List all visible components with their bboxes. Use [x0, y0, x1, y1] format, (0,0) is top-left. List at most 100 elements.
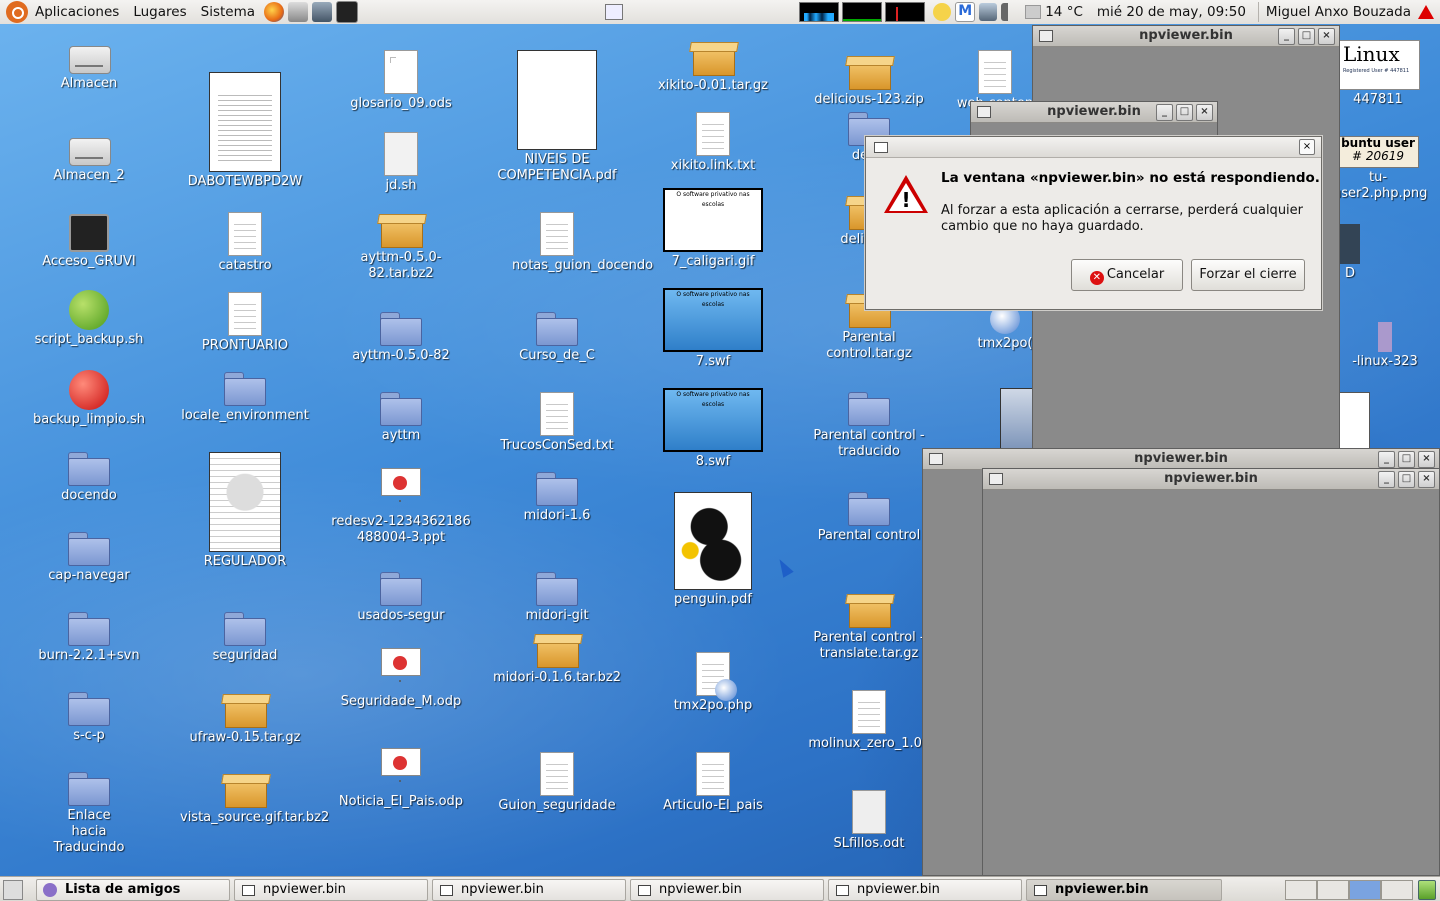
desktop-icon-articulo-el-pais[interactable]: Articulo-El_pais — [638, 752, 788, 814]
window-titlebar[interactable]: npviewer.bin _ □ × — [971, 102, 1217, 123]
terminal-launcher-icon[interactable] — [336, 1, 359, 23]
desktop-icon-delicious-zip[interactable]: delicious-123.zip — [794, 54, 944, 108]
window-titlebar[interactable]: npviewer.bin _ □ × — [1033, 26, 1339, 47]
minimize-button[interactable]: _ — [1378, 471, 1395, 488]
volume-icon[interactable] — [1001, 3, 1020, 21]
desktop-icon-penguin-pdf[interactable]: penguin.pdf — [638, 492, 788, 608]
monitor-icon[interactable] — [312, 2, 333, 22]
close-button[interactable]: × — [1418, 471, 1435, 488]
desktop-icon-almacen-2[interactable]: Almacen_2 — [14, 132, 164, 184]
desktop-icon-ayttm[interactable]: ayttm — [326, 392, 476, 444]
desktop-icon-7-swf[interactable]: O software privativo nas escolas 7.swf — [638, 288, 788, 370]
desktop-icon-jd-sh[interactable]: jd.sh — [326, 132, 476, 194]
workspace-1[interactable] — [1285, 880, 1317, 900]
not-responding-dialog[interactable]: × ! La ventana «npviewer.bin» no está re… — [865, 136, 1322, 310]
network-icon[interactable] — [979, 3, 998, 21]
notes-icon[interactable] — [933, 3, 952, 21]
desktop-icon-midori-tar[interactable]: midori-0.1.6.tar.bz2 — [482, 632, 632, 686]
show-desktop-icon[interactable] — [605, 4, 623, 20]
dialog-close-button[interactable]: × — [1299, 139, 1315, 155]
desktop-icon-xikito-tar[interactable]: xikito-0.01.tar.gz — [638, 40, 788, 94]
taskbar-item-npviewer-5[interactable]: npviewer.bin — [1026, 879, 1222, 901]
gmail-icon[interactable]: M — [955, 2, 976, 22]
network-manager-icon[interactable] — [288, 2, 309, 22]
desktop-icon-guion-seguridade[interactable]: Guion_seguridade — [482, 752, 632, 814]
maximize-button[interactable]: □ — [1398, 451, 1415, 468]
clock[interactable]: mié 20 de may, 09:50 — [1090, 0, 1258, 24]
desktop-icon-prontuario[interactable]: PRONTUARIO — [170, 292, 320, 354]
firefox-icon[interactable] — [264, 2, 285, 22]
taskbar-item-npviewer-3[interactable]: npviewer.bin — [630, 879, 824, 901]
menu-sistema[interactable]: Sistema — [194, 0, 262, 24]
desktop-icon-s-c-p[interactable]: s-c-p — [14, 692, 164, 744]
desktop-icon-ayttm-tar[interactable]: ayttm-0.5.0-82.tar.bz2 — [326, 212, 476, 282]
partial-image-thumbnail[interactable] — [1338, 392, 1370, 452]
desktop-icon-8-swf[interactable]: O software privativo nas escolas 8.swf — [638, 388, 788, 470]
minimize-button[interactable]: _ — [1378, 451, 1395, 468]
desktop-icon-midori-git[interactable]: midori-git — [482, 572, 632, 624]
maximize-button[interactable]: □ — [1398, 471, 1415, 488]
minimize-button[interactable]: _ — [1156, 104, 1173, 121]
workspace-3[interactable] — [1349, 880, 1381, 900]
desktop-icon-trucosconsed[interactable]: TrucosConSed.txt — [482, 392, 632, 454]
network-monitor-graph[interactable] — [885, 2, 926, 22]
npviewer-window-4[interactable]: npviewer.bin _ □ × — [982, 468, 1440, 876]
user-switcher[interactable]: Miguel Anxo Bouzada — [1259, 0, 1418, 24]
weather-temperature[interactable]: 14 °C — [1041, 0, 1090, 24]
desktop-icon-tmx2po-php[interactable]: tmx2po.php — [638, 652, 788, 714]
cpu-monitor-graph[interactable] — [799, 2, 840, 22]
dialog-titlebar[interactable]: × — [866, 137, 1321, 158]
desktop-icon-seguridad[interactable]: seguridad — [170, 612, 320, 664]
desktop-icon-midori-1-6[interactable]: midori-1.6 — [482, 472, 632, 524]
maximize-button[interactable]: □ — [1176, 104, 1193, 121]
taskbar-item-npviewer-2[interactable]: npviewer.bin — [432, 879, 626, 901]
trash-icon[interactable] — [1418, 880, 1436, 900]
window-titlebar[interactable]: npviewer.bin _ □ × — [983, 469, 1439, 490]
partial-screenshot-thumbnail[interactable] — [1000, 388, 1034, 452]
desktop-icon-niveis-competencia[interactable]: NIVEIS DE COMPETENCIA.pdf — [482, 50, 632, 184]
taskbar-item-lista-de-amigos[interactable]: Lista de amigos — [36, 879, 230, 901]
desktop-icon-7-caligari[interactable]: O software privativo nas escolas 7_caliga… — [638, 188, 788, 270]
workspace-2[interactable] — [1317, 880, 1349, 900]
window-titlebar[interactable]: npviewer.bin _ □ × — [923, 449, 1439, 470]
desktop-icon-script-backup[interactable]: script_backup.sh — [14, 290, 164, 348]
alert-icon[interactable] — [1418, 5, 1434, 19]
menu-aplicaciones[interactable]: Aplicaciones — [28, 0, 126, 24]
desktop-icon-linux-323[interactable]: -linux-323 — [1330, 322, 1440, 370]
desktop-icon-vista-source[interactable]: vista_source.gif.tar.bz2 — [170, 772, 329, 826]
desktop-icon-almacen[interactable]: Almacen — [14, 40, 164, 92]
menu-lugares[interactable]: Lugares — [126, 0, 193, 24]
close-button[interactable]: × — [1196, 104, 1213, 121]
desktop-icon-xikito-link[interactable]: xikito.link.txt — [638, 112, 788, 174]
desktop-icon-catastro[interactable]: catastro — [170, 212, 320, 274]
desktop-icon-regulador[interactable]: REGULADOR — [170, 452, 320, 570]
desktop-icon-usados-segur[interactable]: usados-segur — [326, 572, 476, 624]
close-button[interactable]: × — [1318, 28, 1335, 45]
taskbar-item-npviewer-4[interactable]: npviewer.bin — [828, 879, 1022, 901]
desktop-icon-notas-guion[interactable]: notas_guion_docendo — [482, 212, 653, 274]
desktop-icon-docendo[interactable]: docendo — [14, 452, 164, 504]
cancel-button[interactable]: ✕ Cancelar — [1071, 259, 1183, 291]
desktop-icon-ufraw[interactable]: ufraw-0.15.tar.gz — [170, 692, 320, 746]
desktop-icon-cap-navegar[interactable]: cap-navegar — [14, 532, 164, 584]
close-button[interactable]: × — [1418, 451, 1435, 468]
desktop-icon-locale-environment[interactable]: locale_environment — [170, 372, 320, 424]
desktop-icon-enlace-traducindo[interactable]: Enlace hacia Traducindo — [14, 772, 164, 856]
desktop-icon-redesv2[interactable]: redesv2-1234362186488004-3.ppt — [326, 468, 476, 546]
desktop-icon-ayttm-folder[interactable]: ayttm-0.5.0-82 — [326, 312, 476, 364]
desktop-icon-backup-limpio[interactable]: backup_limpio.sh — [14, 370, 164, 428]
desktop-icon-noticia-el-pais[interactable]: Noticia_El_Pais.odp — [326, 748, 476, 810]
force-quit-button[interactable]: Forzar el cierre — [1191, 259, 1305, 291]
memory-monitor-graph[interactable] — [842, 2, 883, 22]
desktop-icon-curso-de-c[interactable]: Curso_de_C — [482, 312, 632, 364]
desktop-icon-acceso-gruvi[interactable]: Acceso_GRUVI — [14, 214, 164, 270]
workspace-4[interactable] — [1381, 880, 1413, 900]
desktop-icon-glosario[interactable]: glosario_09.ods — [326, 50, 476, 112]
taskbar-item-npviewer-1[interactable]: npviewer.bin — [234, 879, 428, 901]
ubuntu-logo-icon[interactable] — [6, 1, 28, 23]
desktop-icon-seguridade-m[interactable]: Seguridade_M.odp — [326, 648, 476, 710]
desktop-icon-dabotewbpd2w[interactable]: DABOTEWBPD2W — [170, 72, 320, 190]
maximize-button[interactable]: □ — [1298, 28, 1315, 45]
show-desktop-button[interactable] — [3, 880, 23, 900]
desktop-icon-burn[interactable]: burn-2.2.1+svn — [14, 612, 164, 664]
